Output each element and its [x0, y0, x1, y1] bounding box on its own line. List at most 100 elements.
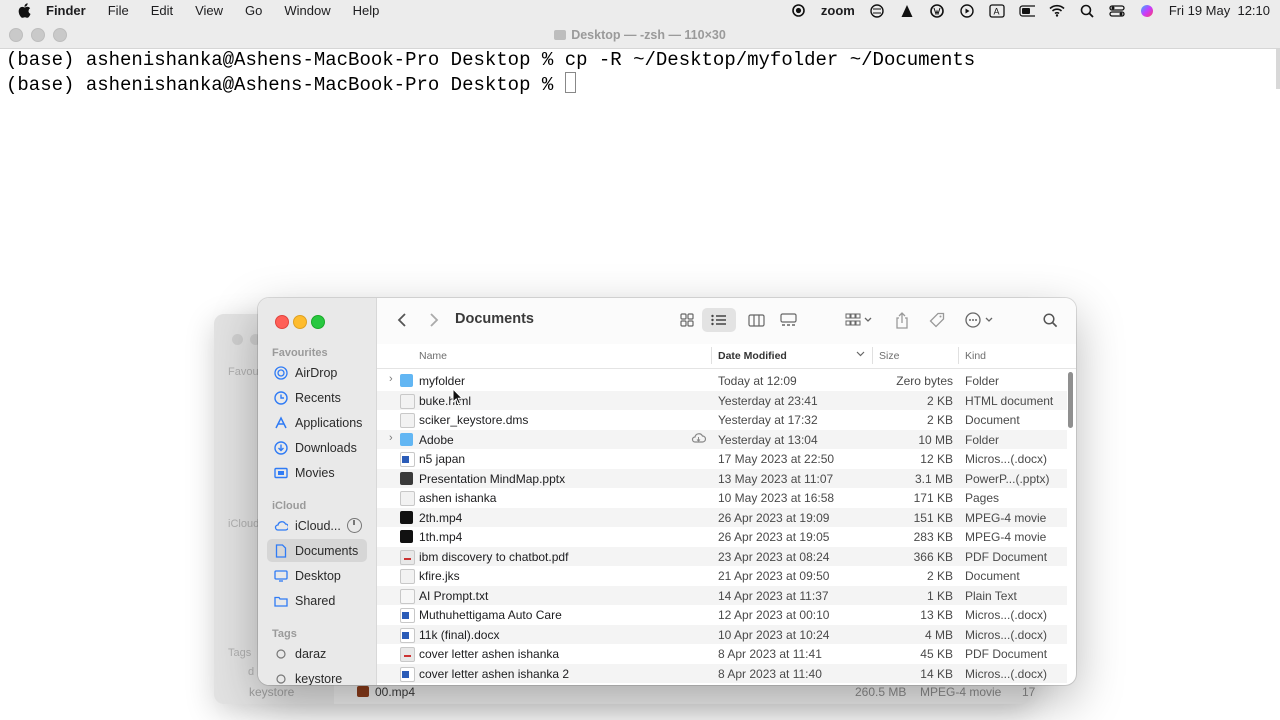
- search-icon[interactable]: [1079, 4, 1095, 18]
- document-icon: [400, 413, 415, 428]
- siri-icon[interactable]: [1139, 4, 1155, 18]
- file-row[interactable]: buke.html Yesterday at 23:41 2 KB HTML docu…: [377, 390, 1067, 410]
- forward-button[interactable]: [425, 308, 443, 332]
- file-row[interactable]: n5 japan 17 May 2023 at 22:50 12 KB Micros.…: [377, 449, 1067, 469]
- sidebar-item-applications[interactable]: Applications: [267, 411, 367, 434]
- terminal-scrollbar[interactable]: [1276, 49, 1280, 89]
- finder-sidebar: Favourites AirDrop Recents Applications …: [258, 298, 377, 685]
- apple-icon[interactable]: [16, 3, 32, 19]
- file-row[interactable]: 11k (final).docx 10 Apr 2023 at 10:24 4 MB…: [377, 624, 1067, 644]
- more-actions-button[interactable]: [963, 308, 997, 332]
- sidebar-item-shared[interactable]: Shared: [267, 589, 367, 612]
- menu-file[interactable]: File: [108, 3, 129, 18]
- column-kind[interactable]: Kind: [965, 350, 986, 362]
- cloud-icon: [274, 519, 288, 533]
- file-row[interactable]: › myfolder Today at 12:09 Zero bytes Folder: [377, 371, 1067, 391]
- file-kind: PDF Document: [965, 549, 1048, 564]
- sidebar-tag-daraz[interactable]: daraz: [267, 642, 367, 665]
- minimize-button[interactable]: [293, 315, 307, 329]
- file-date: Yesterday at 17:32: [718, 413, 818, 427]
- icon-view-button[interactable]: [674, 308, 700, 332]
- sidebar-item-label: Shared: [295, 593, 336, 608]
- file-name: sciker_keystore.dms: [419, 413, 529, 427]
- desktop-icon: [274, 569, 288, 583]
- menu-edit[interactable]: Edit: [151, 3, 173, 18]
- terminal-content[interactable]: (base) ashenishanka@Ashens-MacBook-Pro D…: [0, 49, 1280, 97]
- column-date-modified[interactable]: Date Modified: [718, 350, 787, 362]
- file-row[interactable]: cover letter ashen ishanka 8 Apr 2023 at …: [377, 644, 1067, 664]
- vertical-scrollbar[interactable]: [1068, 372, 1073, 428]
- film-icon: [274, 466, 288, 480]
- column-divider[interactable]: [872, 347, 873, 364]
- file-kind: MPEG-4 movie: [965, 530, 1047, 544]
- close-button[interactable]: [275, 315, 289, 329]
- wordpress-icon[interactable]: [929, 3, 945, 18]
- sidebar-item-airdrop[interactable]: AirDrop: [267, 361, 367, 384]
- menu-window[interactable]: Window: [284, 3, 330, 18]
- column-divider[interactable]: [958, 347, 959, 364]
- file-row[interactable]: sciker_keystore.dms Yesterday at 17:32 2 K…: [377, 410, 1067, 430]
- menu-help[interactable]: Help: [353, 3, 380, 18]
- file-name: ibm discovery to chatbot.pdf: [419, 549, 569, 564]
- sidebar-item-icloud-drive[interactable]: iCloud...: [267, 514, 367, 537]
- file-row[interactable]: kfire.jks 21 Apr 2023 at 09:50 2 KB Documen…: [377, 566, 1067, 586]
- group-by-button[interactable]: [842, 308, 876, 332]
- wifi-icon[interactable]: [1049, 4, 1065, 18]
- file-row[interactable]: 2th.mp4 26 Apr 2023 at 19:09 151 KB MPEG-4 …: [377, 507, 1067, 527]
- file-row[interactable]: Presentation MindMap.pptx 13 May 2023 at …: [377, 468, 1067, 488]
- file-row[interactable]: 1th.mp4 26 Apr 2023 at 19:05 283 KB MPEG-4 …: [377, 527, 1067, 547]
- menu-view[interactable]: View: [195, 3, 223, 18]
- column-divider[interactable]: [711, 347, 712, 364]
- play-icon[interactable]: [959, 3, 975, 18]
- word-icon: [400, 608, 415, 623]
- sidebar-item-label: Movies: [295, 465, 335, 480]
- cloud-download-icon[interactable]: [691, 432, 707, 447]
- column-view-button[interactable]: [743, 308, 769, 332]
- file-size: 2 KB: [926, 393, 953, 408]
- globe-icon[interactable]: [869, 3, 885, 18]
- file-row[interactable]: Muthuhettigama Auto Care 12 Apr 2023 at 0…: [377, 605, 1067, 625]
- input-source-icon[interactable]: A: [989, 3, 1005, 18]
- menu-go[interactable]: Go: [245, 3, 262, 18]
- tag-icon[interactable]: [926, 308, 948, 332]
- file-row[interactable]: cover letter ashen ishanka 2 8 Apr 2023 a…: [377, 663, 1067, 683]
- video-icon: [400, 510, 413, 524]
- disclosure-chevron-icon[interactable]: ›: [389, 373, 393, 385]
- disclosure-chevron-icon[interactable]: ›: [389, 432, 393, 444]
- control-center-icon[interactable]: [1109, 4, 1125, 18]
- vlc-icon[interactable]: [899, 4, 915, 18]
- sidebar-item-downloads[interactable]: Downloads: [267, 436, 367, 459]
- sidebar-item-label: Recents: [295, 390, 341, 405]
- list-view-button[interactable]: [702, 308, 736, 332]
- share-icon[interactable]: [892, 308, 912, 332]
- column-name[interactable]: Name: [419, 350, 447, 362]
- file-date: 8 Apr 2023 at 11:40: [718, 666, 822, 681]
- sidebar-item-desktop[interactable]: Desktop: [267, 564, 367, 587]
- zoom-menu[interactable]: zoom: [821, 3, 855, 18]
- word-icon: [400, 666, 415, 682]
- terminal-prompt: (base) ashenishanka@Ashens-MacBook-Pro D…: [6, 74, 565, 96]
- gallery-view-button[interactable]: [775, 308, 801, 332]
- file-name: 2th.mp4: [419, 510, 463, 525]
- zoom-button[interactable]: [311, 315, 325, 329]
- search-icon[interactable]: [1039, 308, 1061, 332]
- sort-chevron-icon[interactable]: [856, 349, 865, 361]
- battery-icon[interactable]: [1019, 4, 1035, 18]
- sidebar-item-documents[interactable]: Documents: [267, 539, 367, 562]
- file-row[interactable]: › Adobe Yesterday at 13:04 10 MB Folder: [377, 429, 1067, 449]
- sidebar-item-movies[interactable]: Movies: [267, 461, 367, 484]
- sidebar-item-recents[interactable]: Recents: [267, 386, 367, 409]
- file-row[interactable]: ashen ishanka 10 May 2023 at 16:58 171 KB P…: [377, 488, 1067, 508]
- file-date: 8 Apr 2023 at 11:41: [718, 647, 822, 661]
- finder-window: Favourites AirDrop Recents Applications …: [258, 298, 1076, 685]
- column-size[interactable]: Size: [879, 350, 899, 362]
- sidebar-tag-keystore[interactable]: keystore: [267, 667, 367, 685]
- file-size: 12 KB: [920, 452, 953, 466]
- menu-app-finder[interactable]: Finder: [46, 3, 86, 18]
- file-row[interactable]: AI Prompt.txt 14 Apr 2023 at 11:37 1 KB Pla…: [377, 585, 1067, 605]
- file-size: 13 KB: [920, 608, 953, 622]
- back-button[interactable]: [393, 308, 411, 332]
- record-icon[interactable]: [791, 4, 807, 18]
- file-row[interactable]: ibm discovery to chatbot.pdf 23 Apr 2023 …: [377, 546, 1067, 566]
- clock[interactable]: Fri 19 May 12:10: [1169, 3, 1270, 18]
